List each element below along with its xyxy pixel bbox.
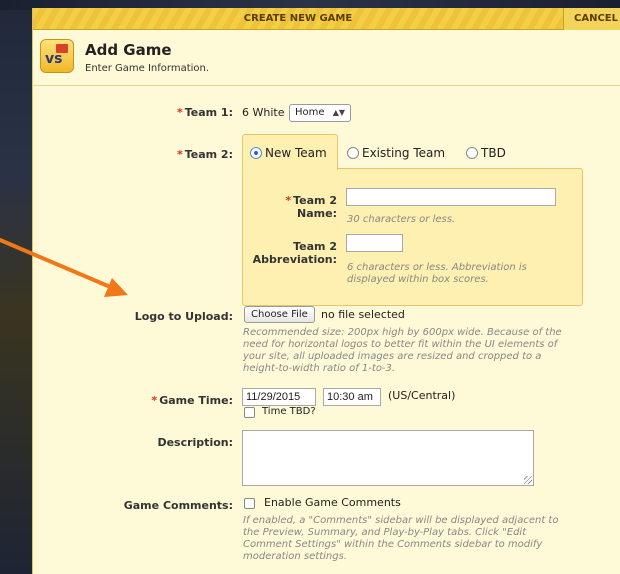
annotation-arrow-icon: [0, 238, 128, 297]
